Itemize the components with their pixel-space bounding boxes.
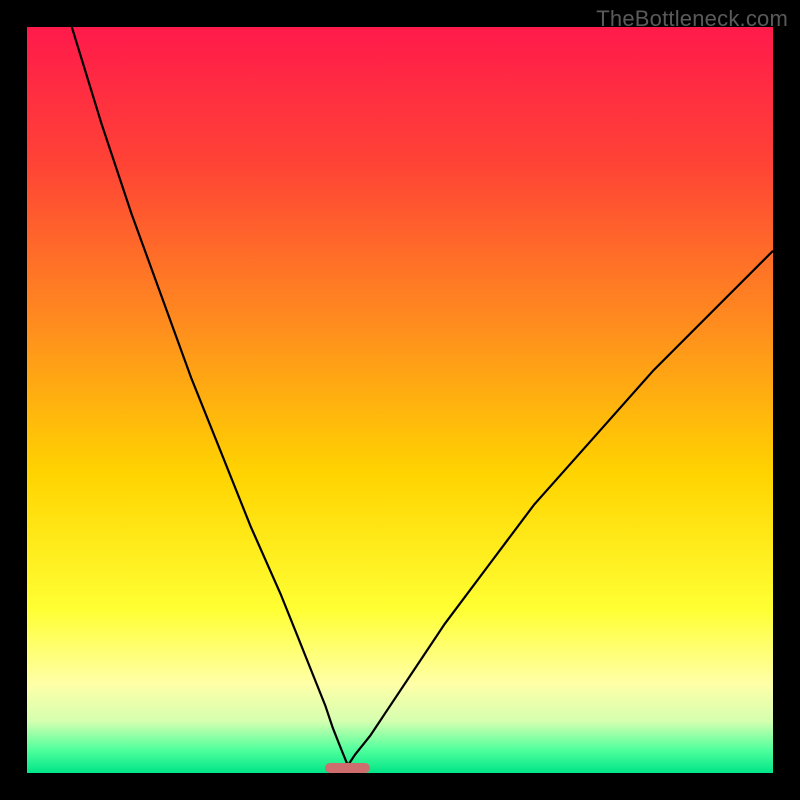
bottleneck-curve (27, 27, 773, 773)
optimal-range-marker (325, 763, 370, 773)
watermark-text: TheBottleneck.com (596, 6, 788, 32)
plot-area (27, 27, 773, 773)
outer-frame: TheBottleneck.com (0, 0, 800, 800)
curve-path (72, 27, 773, 766)
